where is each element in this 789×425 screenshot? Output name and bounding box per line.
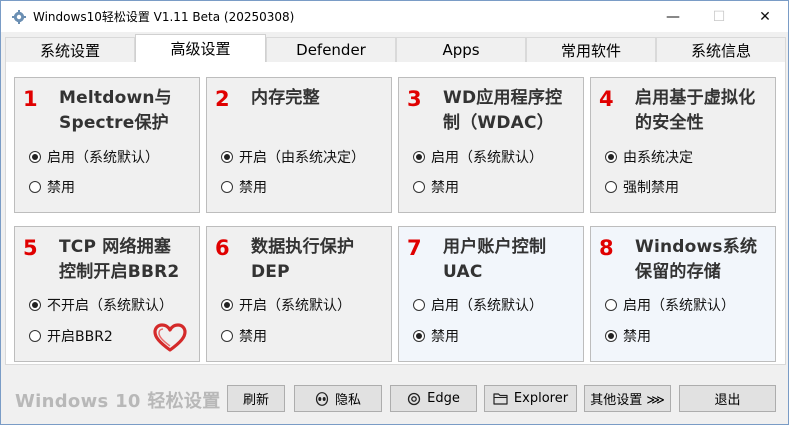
title-bar[interactable]: Windows10轻松设置 V1.11 Beta (20250308) — ☐ … bbox=[1, 1, 788, 32]
radio-button[interactable] bbox=[29, 181, 41, 193]
radio-button[interactable] bbox=[413, 299, 425, 311]
card-number: 2 bbox=[215, 87, 230, 111]
card-dep: 6 数据执行保护 DEP 开启（系统默认） 禁用 bbox=[206, 226, 392, 362]
refresh-button[interactable]: 刷新 bbox=[227, 385, 285, 412]
footer-bar: Windows 10 轻松设置 刷新 隐私 Edge Explorer 其他设置… bbox=[5, 365, 786, 423]
tab-advanced-settings[interactable]: 高级设置 bbox=[135, 34, 266, 62]
close-button[interactable]: ✕ bbox=[742, 1, 788, 32]
option-system-decide[interactable]: 由系统决定 bbox=[605, 147, 693, 167]
heart-icon bbox=[153, 323, 187, 352]
radio-button[interactable] bbox=[413, 181, 425, 193]
option-disable[interactable]: 禁用 bbox=[413, 326, 459, 346]
card-title: 内存完整 bbox=[251, 88, 320, 108]
radio-button[interactable] bbox=[413, 330, 425, 342]
edge-button[interactable]: Edge bbox=[390, 385, 477, 412]
minimize-button[interactable]: — bbox=[650, 1, 696, 32]
option-enable[interactable]: 启用（系统默认） bbox=[29, 147, 159, 167]
explorer-button[interactable]: Explorer bbox=[484, 385, 577, 412]
maximize-button[interactable]: ☐ bbox=[696, 1, 742, 32]
card-reserved-storage: 8 Windows系统 保留的存储 启用（系统默认） 禁用 bbox=[590, 226, 776, 362]
tab-apps[interactable]: Apps bbox=[396, 37, 526, 62]
option-disable[interactable]: 禁用 bbox=[221, 177, 267, 197]
radio-button[interactable] bbox=[221, 330, 233, 342]
card-title: 数据执行保护 DEP bbox=[251, 237, 355, 282]
option-enable[interactable]: 启用（系统默认） bbox=[413, 295, 543, 315]
card-title: WD应用程序控 制（WDAC） bbox=[443, 88, 563, 133]
card-number: 1 bbox=[23, 87, 38, 111]
folder-icon bbox=[493, 392, 508, 405]
card-tcp-bbr2: 5 TCP 网络拥塞 控制开启BBR2 不开启（系统默认） 开启BBR2 bbox=[14, 226, 200, 362]
card-number: 3 bbox=[407, 87, 422, 111]
card-vbs: 4 启用基于虚拟化 的安全性 由系统决定 强制禁用 bbox=[590, 77, 776, 213]
alien-icon bbox=[315, 391, 329, 406]
radio-button[interactable] bbox=[605, 330, 617, 342]
tab-common-software[interactable]: 常用软件 bbox=[526, 37, 656, 62]
other-settings-button[interactable]: 其他设置 ⋙ bbox=[584, 385, 671, 412]
card-number: 7 bbox=[407, 236, 422, 260]
tab-defender[interactable]: Defender bbox=[266, 37, 396, 62]
window-title: Windows10轻松设置 V1.11 Beta (20250308) bbox=[33, 10, 295, 24]
card-title: Windows系统 保留的存储 bbox=[635, 237, 758, 282]
option-force-disable[interactable]: 强制禁用 bbox=[605, 177, 679, 197]
radio-button[interactable] bbox=[221, 181, 233, 193]
brand-label: Windows 10 轻松设置 bbox=[15, 391, 221, 412]
radio-button[interactable] bbox=[605, 181, 617, 193]
card-title: Meltdown与 Spectre保护 bbox=[59, 88, 172, 133]
tab-bar: 系统设置 高级设置 Defender Apps 常用软件 系统信息 bbox=[5, 34, 786, 62]
card-meltdown-spectre: 1 Meltdown与 Spectre保护 启用（系统默认） 禁用 bbox=[14, 77, 200, 213]
gear-icon bbox=[11, 9, 27, 25]
privacy-button[interactable]: 隐私 bbox=[294, 385, 382, 412]
tab-system-info[interactable]: 系统信息 bbox=[656, 37, 786, 62]
radio-button[interactable] bbox=[29, 299, 41, 311]
option-enable-bbr2[interactable]: 开启BBR2 bbox=[29, 326, 113, 346]
radio-button[interactable] bbox=[605, 151, 617, 163]
option-enable[interactable]: 启用（系统默认） bbox=[413, 147, 543, 167]
option-enable[interactable]: 开启（由系统决定） bbox=[221, 147, 365, 167]
tab-system-settings[interactable]: 系统设置 bbox=[5, 37, 135, 62]
option-enable[interactable]: 开启（系统默认） bbox=[221, 295, 351, 315]
card-number: 6 bbox=[215, 236, 230, 260]
card-number: 5 bbox=[23, 236, 38, 260]
option-disable[interactable]: 禁用 bbox=[605, 326, 651, 346]
card-title: 启用基于虚拟化 的安全性 bbox=[635, 88, 756, 133]
card-title: TCP 网络拥塞 控制开启BBR2 bbox=[59, 237, 180, 282]
option-disable[interactable]: 禁用 bbox=[221, 326, 267, 346]
option-enable[interactable]: 启用（系统默认） bbox=[605, 295, 735, 315]
option-disable[interactable]: 禁用 bbox=[413, 177, 459, 197]
card-memory-integrity: 2 内存完整 开启（由系统决定） 禁用 bbox=[206, 77, 392, 213]
option-disable[interactable]: 禁用 bbox=[29, 177, 75, 197]
advanced-settings-panel: 1 Meltdown与Spectre保护 启用（系统默认） 禁用 2 内存完整 bbox=[5, 62, 786, 365]
edge-icon bbox=[407, 392, 421, 406]
card-number: 4 bbox=[599, 87, 614, 111]
radio-button[interactable] bbox=[221, 299, 233, 311]
exit-button[interactable]: 退出 bbox=[679, 385, 776, 412]
radio-button[interactable] bbox=[29, 330, 41, 342]
radio-button[interactable] bbox=[413, 151, 425, 163]
app-window: Windows10轻松设置 V1.11 Beta (20250308) — ☐ … bbox=[0, 0, 789, 425]
card-uac: 7 用户账户控制 UAC 启用（系统默认） 禁用 bbox=[398, 226, 584, 362]
card-number: 8 bbox=[599, 236, 614, 260]
radio-button[interactable] bbox=[605, 299, 617, 311]
card-title: 用户账户控制 UAC bbox=[443, 237, 547, 282]
window-controls: — ☐ ✕ bbox=[650, 1, 788, 32]
radio-button[interactable] bbox=[29, 151, 41, 163]
card-wdac: 3 WD应用程序控 制（WDAC） 启用（系统默认） 禁用 bbox=[398, 77, 584, 213]
radio-button[interactable] bbox=[221, 151, 233, 163]
option-disable-bbr2[interactable]: 不开启（系统默认） bbox=[29, 295, 173, 315]
